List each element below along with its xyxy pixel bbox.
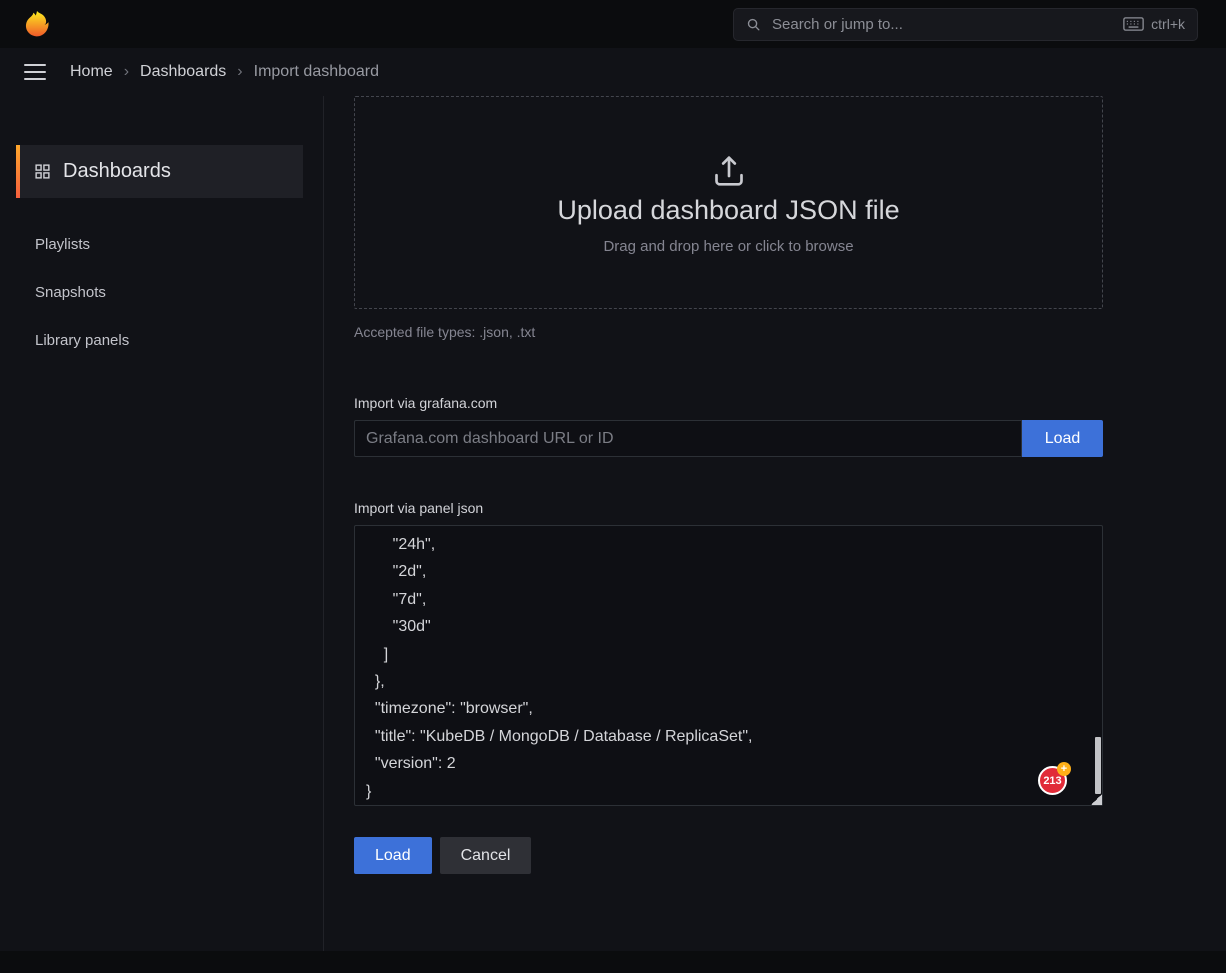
panel-json-textarea[interactable]: "24h", "2d", "7d", "30d" ] }, "timezone"… bbox=[354, 525, 1103, 806]
content-area: Dashboards Playlists Snapshots Library p… bbox=[0, 96, 1226, 951]
chevron-right-icon: › bbox=[237, 63, 242, 81]
import-via-grafana-section: Import via grafana.com Load bbox=[354, 395, 1103, 457]
import-via-json-section: Import via panel json "24h", "2d", "7d",… bbox=[354, 500, 1103, 806]
sidebar-item-library-panels[interactable]: Library panels bbox=[0, 316, 323, 364]
extension-overlay-badge[interactable]: 213 + bbox=[1038, 766, 1067, 795]
breadcrumb-bar: Home › Dashboards › Import dashboard bbox=[0, 48, 1226, 96]
breadcrumb-home[interactable]: Home bbox=[70, 63, 113, 81]
dropzone-hint: Drag and drop here or click to browse bbox=[603, 238, 853, 255]
grafana-logo[interactable] bbox=[22, 9, 52, 39]
breadcrumb-dashboards[interactable]: Dashboards bbox=[140, 63, 226, 81]
top-bar: ctrl+k bbox=[0, 0, 1226, 48]
badge-count: 213 bbox=[1043, 775, 1061, 787]
upload-dropzone[interactable]: Upload dashboard JSON file Drag and drop… bbox=[354, 96, 1103, 309]
panel-json-label: Import via panel json bbox=[354, 500, 1103, 516]
keyboard-icon bbox=[1123, 17, 1144, 31]
breadcrumb: Home › Dashboards › Import dashboard bbox=[70, 63, 379, 81]
dashboards-grid-icon bbox=[34, 163, 51, 180]
sidebar-item-playlists[interactable]: Playlists bbox=[0, 220, 323, 268]
breadcrumb-current: Import dashboard bbox=[254, 63, 379, 81]
dropzone-title: Upload dashboard JSON file bbox=[557, 195, 899, 226]
gcom-label: Import via grafana.com bbox=[354, 395, 1103, 411]
gcom-url-input[interactable] bbox=[354, 420, 1022, 457]
sidebar-section-label: Dashboards bbox=[63, 160, 171, 183]
form-actions: Load Cancel bbox=[354, 837, 1103, 874]
textarea-scrollbar-thumb[interactable] bbox=[1095, 737, 1101, 794]
search-shortcut: ctrl+k bbox=[1123, 16, 1185, 32]
menu-icon[interactable] bbox=[24, 64, 46, 80]
textarea-resize-handle[interactable] bbox=[1091, 794, 1102, 805]
upload-icon bbox=[709, 151, 749, 191]
sidebar-item-snapshots[interactable]: Snapshots bbox=[0, 268, 323, 316]
global-search[interactable]: ctrl+k bbox=[733, 8, 1198, 41]
active-accent-bar bbox=[16, 145, 20, 198]
sidebar: Dashboards Playlists Snapshots Library p… bbox=[0, 96, 323, 951]
load-button[interactable]: Load bbox=[354, 837, 432, 874]
search-icon bbox=[746, 17, 761, 32]
gcom-load-button[interactable]: Load bbox=[1022, 420, 1103, 457]
cancel-button[interactable]: Cancel bbox=[440, 837, 532, 874]
search-input[interactable] bbox=[770, 15, 1114, 34]
search-shortcut-label: ctrl+k bbox=[1151, 16, 1185, 32]
plus-icon: + bbox=[1057, 762, 1071, 776]
accepted-file-types: Accepted file types: .json, .txt bbox=[354, 324, 1103, 340]
sidebar-item-dashboards[interactable]: Dashboards bbox=[16, 145, 303, 198]
chevron-right-icon: › bbox=[124, 63, 129, 81]
import-dashboard-page: Upload dashboard JSON file Drag and drop… bbox=[323, 96, 1226, 951]
